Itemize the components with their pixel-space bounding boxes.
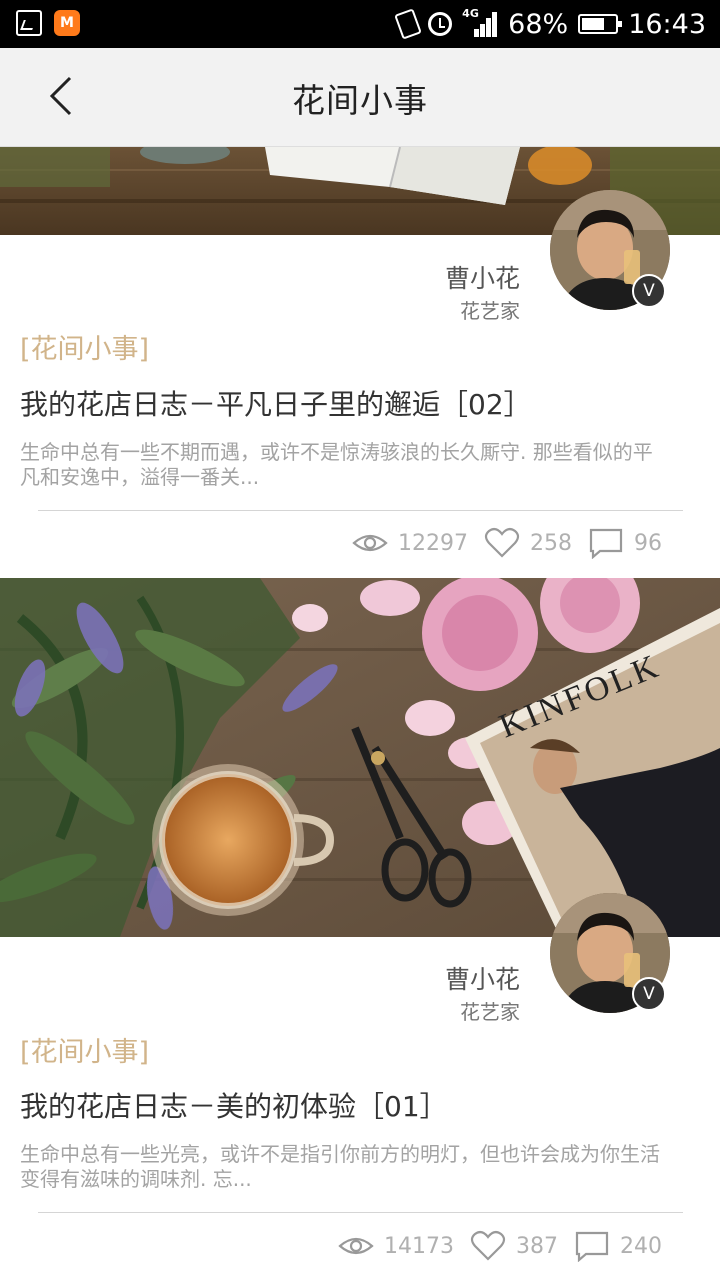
views-count: 14173 — [384, 1233, 454, 1259]
cover-photo: KINFOLK — [0, 578, 720, 937]
article-card[interactable]: V 曹小花 花艺家 [花间小事] 我的花店日志－平凡日子里的邂逅［02］ 生命中… — [0, 147, 720, 578]
comments-count: 96 — [634, 530, 662, 556]
verified-badge: V — [632, 977, 666, 1011]
battery-percent: 68% — [508, 8, 569, 40]
views-stat: 14173 — [338, 1234, 454, 1259]
gallery-icon — [16, 10, 42, 36]
heart-icon — [470, 1230, 506, 1261]
divider — [38, 1212, 683, 1213]
article-title[interactable]: 我的花店日志－美的初体验［01］ — [20, 1085, 448, 1125]
author-role: 花艺家 — [460, 299, 520, 323]
eye-icon — [338, 1237, 374, 1255]
views-count: 12297 — [398, 530, 468, 556]
author-role: 花艺家 — [460, 1000, 520, 1024]
signal-icon: 4G — [462, 7, 498, 39]
battery-icon — [578, 14, 623, 34]
category-tag[interactable]: [花间小事] — [20, 1030, 149, 1069]
heart-icon — [484, 527, 520, 558]
article-stats: 14173 387 240 — [338, 1230, 662, 1262]
author-name: 曹小花 — [444, 264, 520, 293]
mv-app-icon: M — [54, 10, 80, 36]
article-cover-image[interactable]: KINFOLK — [0, 578, 720, 937]
divider — [38, 510, 683, 511]
alarm-icon — [428, 12, 453, 36]
comments-stat[interactable]: 96 — [588, 527, 662, 559]
title-bar: 花间小事 — [0, 48, 720, 147]
comments-count: 240 — [620, 1233, 662, 1259]
article-stats: 12297 258 96 — [352, 527, 662, 559]
likes-count: 258 — [530, 530, 572, 556]
network-type: 4G — [462, 7, 479, 20]
article-title[interactable]: 我的花店日志－平凡日子里的邂逅［02］ — [20, 383, 532, 423]
article-excerpt: 生命中总有一些光亮，或许不是指引你前方的明灯，但也许会成为你生活变得有滋味的调味… — [20, 1142, 660, 1191]
verified-badge: V — [632, 274, 666, 308]
comment-icon — [575, 1231, 609, 1262]
eye-icon — [352, 534, 388, 552]
category-tag[interactable]: [花间小事] — [20, 327, 149, 366]
author-avatar[interactable]: V — [550, 893, 670, 1013]
status-bar: M 4G 68% 16:43 — [0, 0, 720, 48]
comments-stat[interactable]: 240 — [574, 1230, 662, 1262]
author-avatar[interactable]: V — [550, 190, 670, 310]
author-name: 曹小花 — [444, 965, 520, 994]
likes-count: 387 — [516, 1233, 558, 1259]
likes-stat[interactable]: 258 — [484, 527, 572, 559]
clock: 16:43 — [628, 8, 706, 40]
page-title: 花间小事 — [292, 81, 428, 120]
vibrate-icon — [394, 8, 423, 40]
likes-stat[interactable]: 387 — [470, 1230, 558, 1262]
comment-icon — [589, 528, 623, 559]
views-stat: 12297 — [352, 531, 468, 556]
article-excerpt: 生命中总有一些不期而遇，或许不是惊涛骇浪的长久厮守. 那些看似的平凡和安逸中，溢… — [20, 440, 653, 489]
article-card[interactable]: KINFOLK V 曹小花 花艺家 [花间小事] 我的花店日志－美的初体验［01… — [0, 578, 720, 1280]
